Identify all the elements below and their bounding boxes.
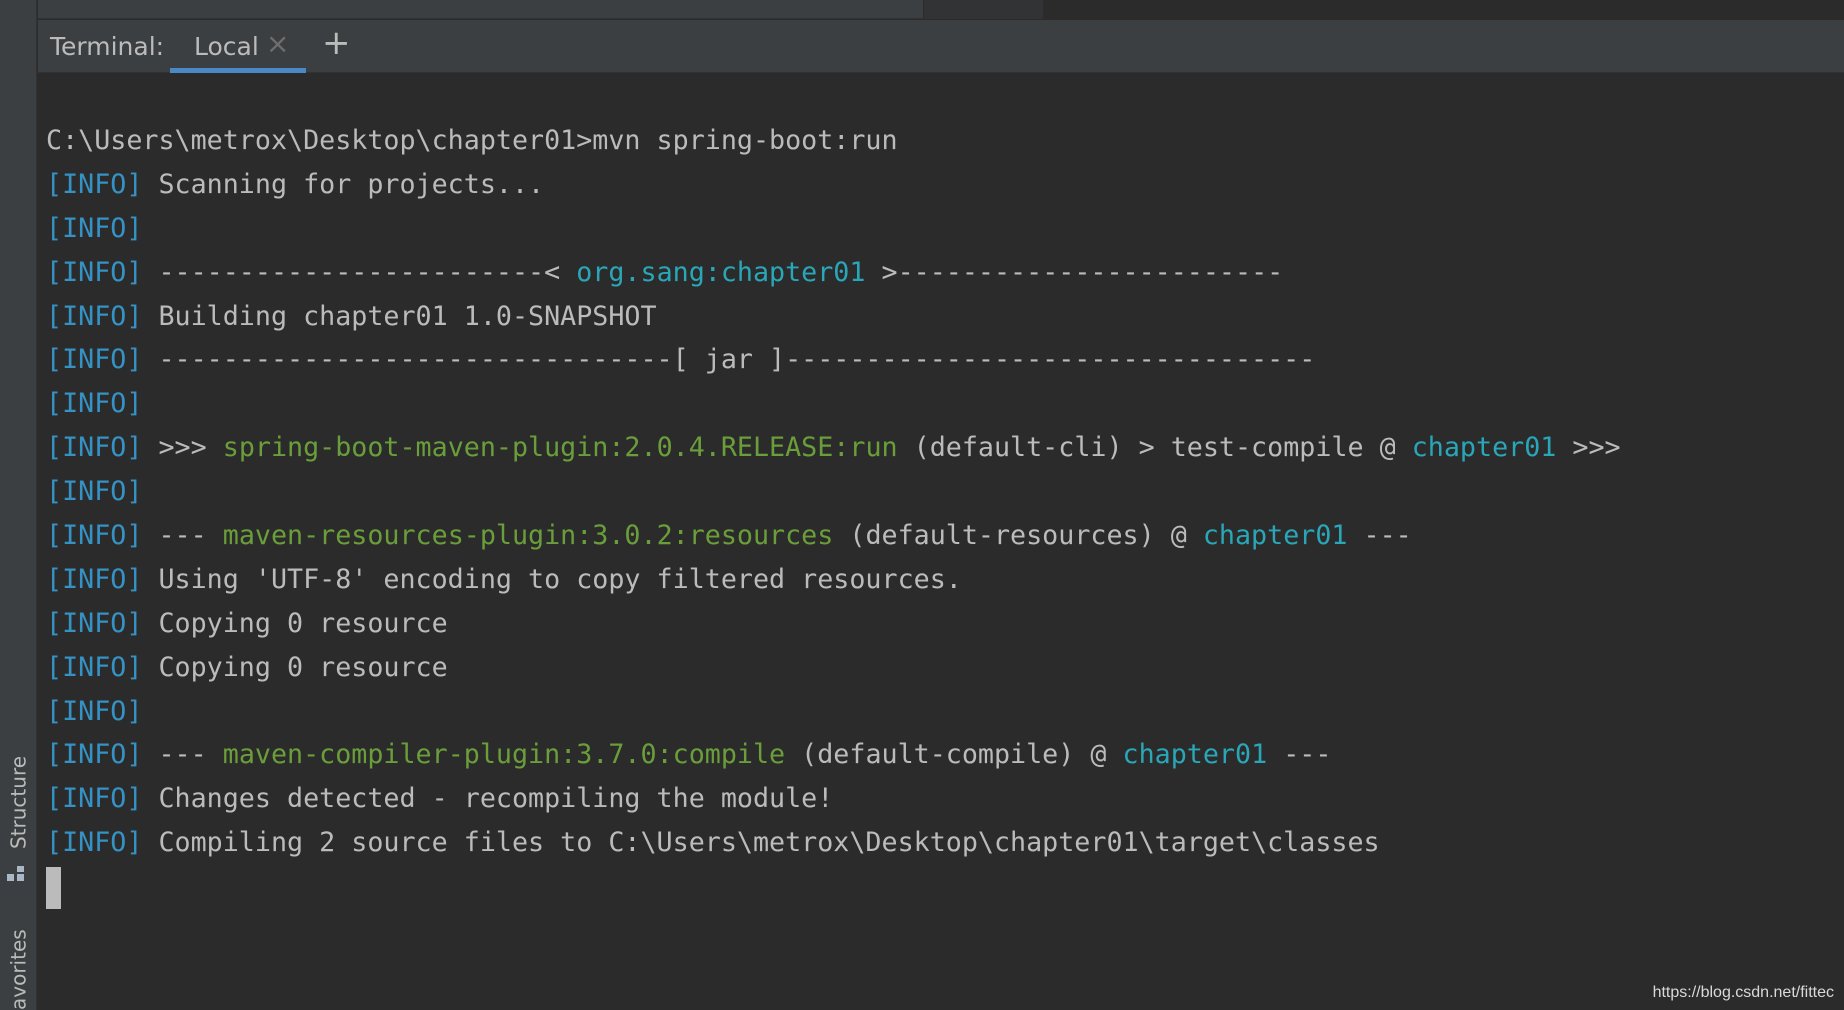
log-text: (default-cli) > test-compile @ bbox=[897, 432, 1412, 464]
editor-strip-divider bbox=[923, 0, 924, 19]
log-level-tag: [INFO] bbox=[46, 432, 143, 464]
log-text: C:\Users\metrox\Desktop\chapter01>mvn sp… bbox=[46, 125, 898, 156]
terminal-line: [INFO] --- maven-compiler-plugin:3.7.0:c… bbox=[46, 733, 1621, 777]
terminal-title: Terminal: bbox=[50, 32, 165, 61]
log-text: Copying 0 resource bbox=[142, 651, 448, 683]
log-level-tag: [INFO] bbox=[46, 212, 143, 244]
log-level-tag: [INFO] bbox=[46, 256, 143, 288]
log-text: org.sang:chapter01 bbox=[576, 256, 866, 288]
terminal-line: [INFO] bbox=[46, 382, 1621, 426]
editor-tab-strip bbox=[38, 0, 1844, 19]
log-level-tag: [INFO] bbox=[46, 344, 143, 376]
log-level-tag: [INFO] bbox=[46, 300, 143, 332]
log-text: Changes detected - recompiling the modul… bbox=[142, 783, 834, 815]
terminal-line: [INFO] Copying 0 resource bbox=[46, 602, 1621, 646]
terminal-line: [INFO] Building chapter01 1.0-SNAPSHOT bbox=[46, 295, 1621, 339]
terminal-line: [INFO] --------------------------------[… bbox=[46, 338, 1621, 382]
terminal-header: Terminal: Local × + bbox=[38, 20, 1844, 73]
terminal-line: [INFO] bbox=[46, 207, 1621, 251]
log-text: --------------------------------[ jar ]-… bbox=[142, 344, 1316, 376]
log-level-tag: [INFO] bbox=[46, 739, 143, 771]
terminal-line: [INFO] Using 'UTF-8' encoding to copy fi… bbox=[46, 558, 1621, 602]
terminal-line: [INFO] bbox=[46, 690, 1621, 734]
log-text: Using 'UTF-8' encoding to copy filtered … bbox=[142, 563, 962, 595]
log-text: (default-compile) @ bbox=[785, 739, 1123, 771]
terminal-tab-local[interactable]: Local × bbox=[170, 20, 306, 73]
terminal-line: [INFO] Compiling 2 source files to C:\Us… bbox=[46, 821, 1621, 865]
terminal-line: [INFO] Changes detected - recompiling th… bbox=[46, 777, 1621, 821]
terminal-line: [INFO] --- maven-resources-plugin:3.0.2:… bbox=[46, 514, 1621, 558]
log-level-tag: [INFO] bbox=[46, 651, 143, 683]
log-text: --- bbox=[1267, 739, 1332, 771]
log-level-tag: [INFO] bbox=[46, 695, 143, 727]
terminal-line: [INFO] >>> spring-boot-maven-plugin:2.0.… bbox=[46, 426, 1621, 470]
log-text: ------------------------< bbox=[142, 256, 577, 288]
favorites-label: avorites bbox=[6, 929, 31, 1010]
close-icon[interactable]: × bbox=[266, 30, 289, 58]
favorites-tool-button[interactable]: avorites bbox=[0, 920, 37, 1010]
log-text: Copying 0 resource bbox=[142, 607, 448, 639]
log-text: --- bbox=[142, 739, 223, 771]
log-text: maven-resources-plugin:3.0.2:resources bbox=[222, 520, 834, 552]
structure-label: Structure bbox=[6, 755, 31, 849]
log-text: Compiling 2 source files to C:\Users\met… bbox=[142, 827, 1380, 859]
terminal-line: [INFO] Scanning for projects... bbox=[46, 163, 1621, 207]
log-text: >>> bbox=[142, 432, 223, 464]
log-text: (default-resources) @ bbox=[833, 520, 1203, 552]
terminal-line: [INFO] bbox=[46, 470, 1621, 514]
log-level-tag: [INFO] bbox=[46, 563, 143, 595]
structure-tool-button[interactable]: Structure bbox=[0, 752, 37, 852]
log-text: maven-compiler-plugin:3.7.0:compile bbox=[222, 739, 786, 771]
add-tab-icon[interactable]: + bbox=[322, 26, 351, 60]
log-text: chapter01 bbox=[1122, 739, 1268, 771]
terminal-lines: C:\Users\metrox\Desktop\chapter01>mvn sp… bbox=[46, 119, 1621, 865]
terminal-line: C:\Users\metrox\Desktop\chapter01>mvn sp… bbox=[46, 119, 1621, 163]
log-text: chapter01 bbox=[1411, 432, 1557, 464]
log-level-tag: [INFO] bbox=[46, 520, 143, 552]
active-tab-indicator bbox=[170, 68, 306, 73]
log-level-tag: [INFO] bbox=[46, 168, 143, 200]
structure-icon bbox=[7, 866, 27, 882]
log-text: >>> bbox=[1556, 432, 1621, 464]
log-level-tag: [INFO] bbox=[46, 827, 143, 859]
log-text: Building chapter01 1.0-SNAPSHOT bbox=[142, 300, 657, 332]
log-level-tag: [INFO] bbox=[46, 476, 143, 508]
log-level-tag: [INFO] bbox=[46, 607, 143, 639]
log-text: --- bbox=[142, 520, 223, 552]
terminal-cursor bbox=[46, 867, 61, 909]
log-text: >------------------------ bbox=[865, 256, 1284, 288]
watermark: https://blog.csdn.net/fittec bbox=[1652, 984, 1834, 1001]
terminal-line: [INFO] ------------------------< org.san… bbox=[46, 251, 1621, 295]
log-text: Scanning for projects... bbox=[142, 168, 545, 200]
log-text: spring-boot-maven-plugin:2.0.4.RELEASE:r… bbox=[222, 432, 898, 464]
editor-strip-segment bbox=[923, 0, 1043, 19]
editor-strip-segment bbox=[1045, 0, 1844, 19]
log-level-tag: [INFO] bbox=[46, 388, 143, 420]
terminal-output[interactable]: C:\Users\metrox\Desktop\chapter01>mvn sp… bbox=[38, 74, 1844, 1010]
log-text: chapter01 bbox=[1202, 520, 1348, 552]
log-text: --- bbox=[1347, 520, 1412, 552]
log-level-tag: [INFO] bbox=[46, 783, 143, 815]
terminal-tab-label: Local bbox=[194, 32, 259, 61]
left-tool-strip: Structure avorites bbox=[0, 0, 37, 1010]
terminal-line: [INFO] Copying 0 resource bbox=[46, 646, 1621, 690]
